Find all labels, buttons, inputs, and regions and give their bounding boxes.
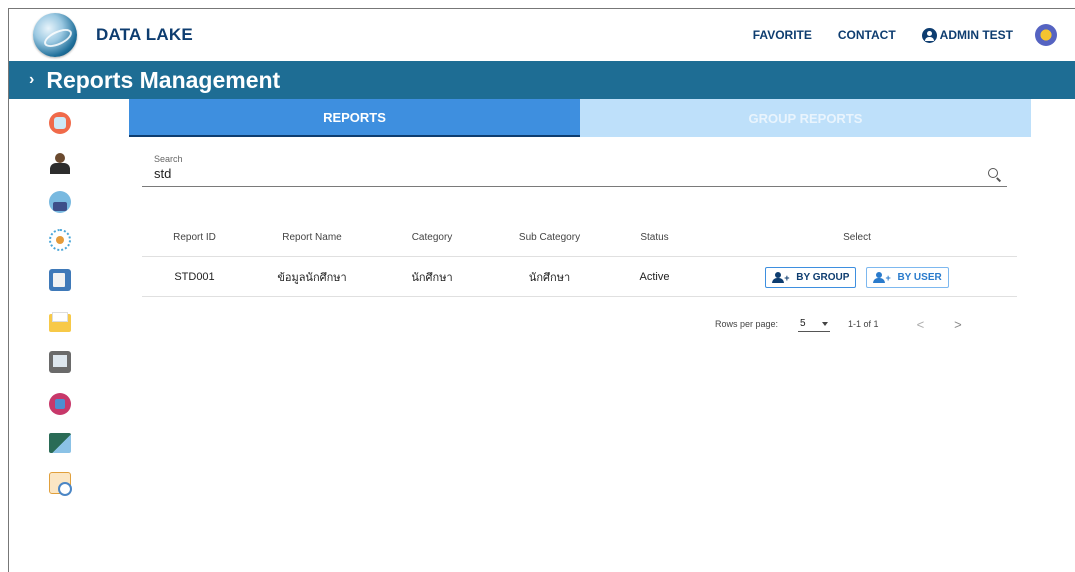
page-title: Reports Management xyxy=(46,66,281,93)
cell-status: Active xyxy=(639,271,670,283)
column-header-sub-category: Sub Category xyxy=(518,231,581,243)
rows-per-page-label: Rows per page: xyxy=(715,319,779,329)
settings-gear-icon[interactable] xyxy=(1035,24,1057,46)
cell-report-id: STD001 xyxy=(174,271,215,283)
next-page-button[interactable]: > xyxy=(954,317,962,332)
reports-table: Report ID Report Name Category Sub Categ… xyxy=(142,217,1017,297)
network-icon[interactable] xyxy=(49,229,71,251)
user-menu[interactable]: ADMIN TEST xyxy=(921,27,1013,43)
globe-people-icon[interactable] xyxy=(49,191,71,213)
column-header-category: Category xyxy=(411,231,453,243)
dropdown-caret-icon xyxy=(822,321,829,326)
add-group-icon: + xyxy=(772,271,790,283)
column-header-status: Status xyxy=(640,231,669,243)
tab-reports[interactable]: REPORTS xyxy=(129,99,580,137)
report-clipboard-icon[interactable] xyxy=(49,269,71,291)
tab-group-reports[interactable]: GROUP REPORTS xyxy=(580,99,1031,137)
nav-links: FAVORITE CONTACT ADMIN TEST xyxy=(753,9,1075,61)
tab-bar: REPORTS GROUP REPORTS xyxy=(129,99,1031,137)
table-header-row: Report ID Report Name Category Sub Categ… xyxy=(142,217,1017,257)
cell-category: นักศึกษา xyxy=(411,272,453,284)
brand-name[interactable]: DATA LAKE xyxy=(96,25,193,45)
user-name: ADMIN TEST xyxy=(939,28,1013,42)
data-lake-logo[interactable] xyxy=(33,13,77,57)
column-header-select: Select xyxy=(843,231,871,243)
by-user-label: BY USER xyxy=(897,271,942,283)
pagination: Rows per page: 5 1-1 of 1 < > xyxy=(699,309,1019,339)
by-group-label: BY GROUP xyxy=(796,271,850,283)
app-window: DATA LAKE FAVORITE CONTACT ADMIN TEST › … xyxy=(8,8,1075,572)
search-label: Search xyxy=(154,154,183,164)
add-user-icon: + xyxy=(873,271,891,283)
clipboard-clock-icon[interactable] xyxy=(49,472,72,496)
column-header-report-id: Report ID xyxy=(173,231,216,243)
monitor-report-icon[interactable] xyxy=(49,351,71,373)
previous-page-button[interactable]: < xyxy=(917,317,925,332)
user-circle-icon xyxy=(921,27,937,43)
by-user-button[interactable]: + BY USER xyxy=(866,266,949,288)
app-icon-1[interactable] xyxy=(49,112,71,134)
cloud-server-icon[interactable] xyxy=(49,433,71,453)
search-icon[interactable] xyxy=(988,168,1001,181)
nav-contact-link[interactable]: CONTACT xyxy=(838,28,896,42)
cell-select-actions: + BY GROUP + BY USER xyxy=(697,257,1017,297)
cell-report-name: ข้อมูลนักศึกษา xyxy=(277,272,347,284)
rows-per-page-select[interactable]: 5 xyxy=(798,316,831,332)
search-field: Search xyxy=(142,154,1007,187)
admin-person-icon[interactable] xyxy=(49,153,71,175)
table-row: STD001 ข้อมูลนักศึกษา นักศึกษา นักศึกษา … xyxy=(142,257,1017,297)
cell-sub-category: นักศึกษา xyxy=(528,272,571,284)
nav-favorite-link[interactable]: FAVORITE xyxy=(753,28,812,42)
search-input[interactable] xyxy=(154,164,934,182)
by-group-button[interactable]: + BY GROUP xyxy=(765,266,857,288)
top-navbar: DATA LAKE FAVORITE CONTACT ADMIN TEST xyxy=(9,9,1075,61)
folder-icon[interactable] xyxy=(49,312,71,332)
sidebar xyxy=(9,99,117,572)
pagination-range: 1-1 of 1 xyxy=(848,319,879,329)
chevron-right-icon[interactable]: › xyxy=(29,71,34,89)
title-bar: › Reports Management xyxy=(9,61,1075,99)
add-user-icon[interactable] xyxy=(49,393,71,415)
column-header-report-name: Report Name xyxy=(282,231,342,243)
rows-per-page-value: 5 xyxy=(800,318,806,329)
